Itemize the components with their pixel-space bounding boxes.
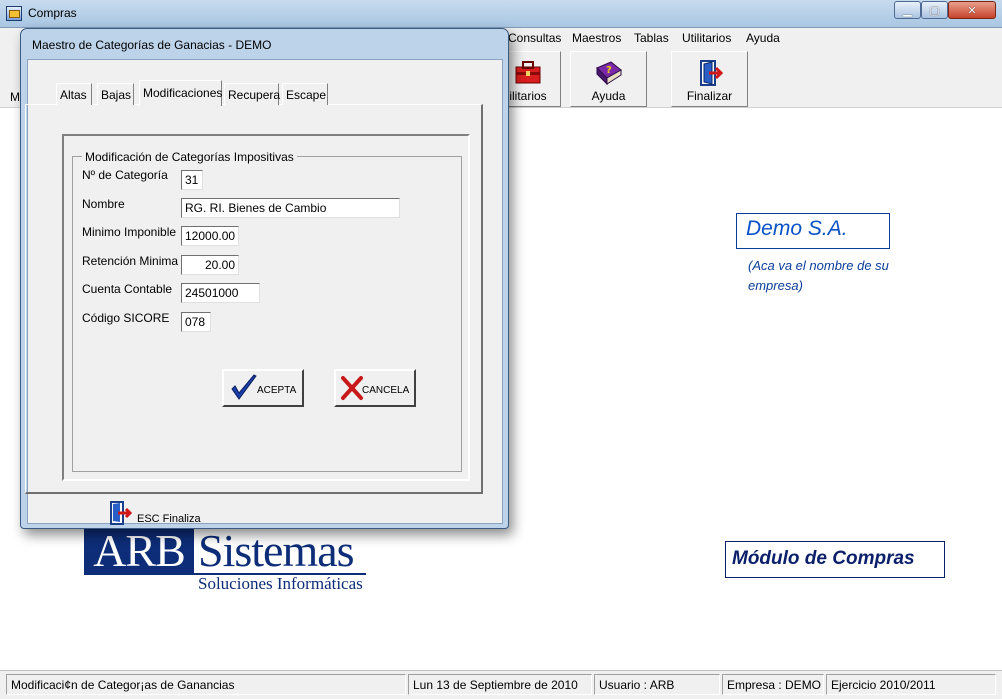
arb-sistemas-logo: ARB Sistemas Soluciones Informáticas	[84, 528, 374, 594]
groupbox-title: Modificación de Categorías Impositivas	[82, 150, 297, 164]
acepta-button[interactable]: ACEPTA	[222, 369, 304, 407]
status-company: Empresa : DEMO	[722, 674, 824, 695]
minimo-imponible-field[interactable]	[181, 226, 239, 246]
sicore-field[interactable]	[181, 312, 211, 332]
cancel-x-icon	[340, 375, 364, 404]
retencion-minima-field[interactable]	[181, 255, 239, 275]
module-title: Módulo de Compras	[725, 541, 945, 578]
menu-consultas[interactable]: Consultas	[508, 31, 561, 45]
help-book-icon: ?	[593, 58, 625, 91]
status-description: Modificaci¢n de Categor¡as de Ganancias	[6, 674, 406, 695]
esc-exit-icon	[108, 500, 134, 529]
retencion-label: Retención Minima	[82, 254, 179, 268]
logo-sistemas: Sistemas	[198, 525, 355, 576]
logo-arb: ARB	[84, 528, 194, 574]
status-user: Usuario : ARB	[594, 674, 720, 695]
toolbar-partial-label: M	[10, 90, 20, 104]
menu-maestros[interactable]: Maestros	[572, 31, 621, 45]
cuenta-label: Cuenta Contable	[82, 282, 173, 296]
finalizar-button[interactable]: Finalizar	[671, 51, 748, 107]
cancela-label: CANCELA	[362, 385, 410, 396]
cancela-button[interactable]: CANCELA	[334, 369, 416, 407]
minimize-icon: ▁	[903, 5, 912, 17]
status-bar: Modificaci¢n de Categor¡as de Ganancias …	[0, 670, 1002, 699]
company-name-box: Demo S.A.	[736, 213, 890, 249]
acepta-label: ACEPTA	[257, 385, 297, 396]
ayuda-label: Ayuda	[591, 89, 626, 103]
exit-door-icon	[695, 58, 725, 91]
maximize-icon: ▢	[929, 5, 940, 17]
dialog-title: Maestro de Categorías de Ganacias - DEMO	[32, 38, 272, 52]
status-period: Ejercicio 2010/2011	[826, 674, 996, 695]
logo-tagline: Soluciones Informáticas	[198, 574, 363, 593]
categoria-label: Nº de Categoría	[82, 168, 168, 182]
check-icon	[230, 373, 258, 406]
sicore-label: Código SICORE	[82, 311, 170, 325]
esc-finaliza-label[interactable]: ESC Finaliza	[137, 513, 201, 525]
close-button[interactable]: ✕	[948, 1, 996, 19]
tab-escape[interactable]: Escape	[282, 83, 328, 105]
tab-modificaciones[interactable]: Modificaciones	[139, 80, 222, 106]
toolbox-icon	[513, 58, 543, 89]
tab-recupera[interactable]: Recupera	[224, 83, 280, 105]
main-titlebar: Compras ▁ ▢ ✕	[0, 0, 1002, 28]
status-date: Lun 13 de Septiembre de 2010	[408, 674, 592, 695]
tab-bajas[interactable]: Bajas	[97, 83, 134, 105]
app-icon[interactable]	[6, 6, 22, 21]
maximize-button[interactable]: ▢	[921, 1, 948, 19]
cuenta-contable-field[interactable]	[181, 283, 260, 303]
window-title: Compras	[28, 6, 77, 20]
tab-altas[interactable]: Altas	[56, 83, 92, 105]
menu-ayuda[interactable]: Ayuda	[746, 31, 780, 45]
minimize-button[interactable]: ▁	[894, 1, 921, 19]
company-hint: (Aca va el nombre de su empresa)	[748, 258, 889, 293]
menu-tablas[interactable]: Tablas	[634, 31, 669, 45]
nombre-label: Nombre	[82, 197, 125, 211]
finalizar-label: Finalizar	[686, 89, 733, 103]
svg-text:?: ?	[606, 65, 612, 76]
nombre-field[interactable]	[181, 198, 400, 218]
close-icon: ✕	[967, 5, 977, 17]
minimo-label: Minimo Imponible	[82, 225, 177, 239]
menu-utilitarios[interactable]: Utilitarios	[682, 31, 731, 45]
ayuda-button[interactable]: ? Ayuda	[570, 51, 647, 107]
categoria-field[interactable]	[181, 170, 203, 190]
